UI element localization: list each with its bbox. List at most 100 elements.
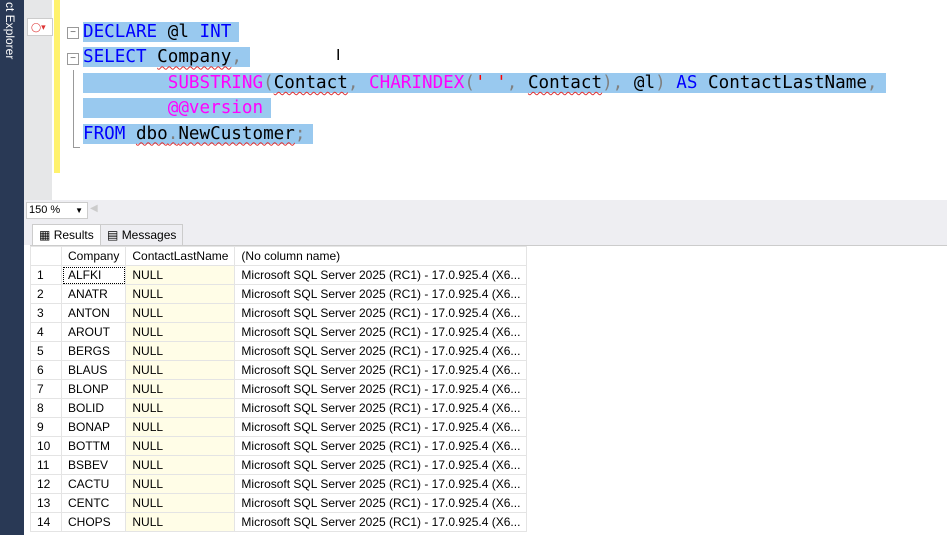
table-row[interactable]: 9 BONAP NULL Microsoft SQL Server 2025 (RC1… (30, 417, 528, 437)
code-token: ' ' (474, 72, 507, 93)
row-number[interactable]: 7 (30, 379, 62, 399)
company-cell[interactable]: ANTON (60, 303, 127, 323)
table-row[interactable]: 10 BOTTM NULL Microsoft SQL Server 2025 (RC… (30, 436, 528, 456)
code-token: , (231, 47, 242, 68)
company-cell[interactable]: BSBEV (60, 455, 127, 475)
contact-last-name-cell[interactable]: NULL (125, 398, 236, 418)
code-token: , (866, 72, 878, 93)
version-cell[interactable]: Microsoft SQL Server 2025 (RC1) - 17.0.9… (234, 512, 528, 532)
table-row[interactable]: 6 BLAUS NULL Microsoft SQL Server 2025 (RC1… (30, 360, 528, 380)
version-cell[interactable]: Microsoft SQL Server 2025 (RC1) - 17.0.9… (234, 455, 528, 475)
contact-last-name-cell[interactable]: NULL (125, 417, 236, 437)
code-token: ( (263, 72, 274, 93)
selection: SELECT Company, (83, 47, 250, 68)
tab-results[interactable]: ▦ Results (32, 224, 101, 246)
collapse-icon[interactable]: − (67, 27, 79, 39)
version-cell[interactable]: Microsoft SQL Server 2025 (RC1) - 17.0.9… (234, 379, 528, 399)
selection: @@version (83, 98, 272, 119)
version-cell[interactable]: Microsoft SQL Server 2025 (RC1) - 17.0.9… (234, 322, 528, 342)
version-cell[interactable]: Microsoft SQL Server 2025 (RC1) - 17.0.9… (234, 265, 528, 285)
row-number[interactable]: 3 (30, 303, 62, 323)
table-row[interactable]: 8 BOLID NULL Microsoft SQL Server 2025 (RC1… (30, 398, 528, 418)
selection: SUBSTRING(Contact, CHARINDEX(' ', Contac… (83, 72, 886, 93)
contact-last-name-cell[interactable]: NULL (125, 474, 236, 494)
company-cell[interactable]: BLAUS (60, 360, 127, 380)
row-number[interactable]: 4 (30, 322, 62, 342)
tab-messages[interactable]: ▤ Messages (100, 224, 184, 246)
company-cell[interactable]: CHOPS (60, 512, 127, 532)
results-tabs: ▦ Results ▤ Messages (24, 220, 947, 246)
version-cell[interactable]: Microsoft SQL Server 2025 (RC1) - 17.0.9… (234, 417, 528, 437)
contact-last-name-cell[interactable]: NULL (125, 436, 236, 456)
contact-last-name-cell[interactable]: NULL (125, 322, 236, 342)
contact-last-name-cell[interactable]: NULL (125, 493, 236, 513)
table-row[interactable]: 7 BLONP NULL Microsoft SQL Server 2025 (RC1… (30, 379, 528, 399)
code-token: , (506, 72, 528, 93)
row-number[interactable]: 2 (30, 284, 62, 304)
contact-last-name-cell[interactable]: NULL (125, 512, 236, 532)
text-cursor-icon: I (336, 47, 341, 64)
version-cell[interactable]: Microsoft SQL Server 2025 (RC1) - 17.0.9… (234, 341, 528, 361)
company-cell[interactable]: BOLID (60, 398, 127, 418)
query-hint-button[interactable]: ◯▾ (27, 18, 53, 36)
company-cell[interactable]: ANATR (60, 284, 127, 304)
contact-last-name-cell[interactable]: NULL (125, 379, 236, 399)
contact-last-name-cell[interactable]: NULL (125, 303, 236, 323)
contact-last-name-cell[interactable]: NULL (125, 455, 236, 475)
contact-last-name-cell[interactable]: NULL (125, 360, 236, 380)
company-cell[interactable]: AROUT (60, 322, 127, 342)
table-row[interactable]: 1 ALFKI NULL Microsoft SQL Server 2025 (RC1… (30, 265, 528, 285)
sql-code[interactable]: DECLARE @l INT SELECT Company, SUBSTRING(… (83, 20, 886, 147)
object-explorer-tab[interactable]: ct Explorer (0, 0, 24, 535)
row-number[interactable]: 14 (30, 512, 62, 532)
code-token: ( (464, 72, 475, 93)
company-cell[interactable]: BOTTM (60, 436, 127, 456)
table-row[interactable]: 4 AROUT NULL Microsoft SQL Server 2025 (RC1… (30, 322, 528, 342)
zoom-bar: 150 % ▼ ◀ (24, 200, 947, 220)
table-row[interactable]: 5 BERGS NULL Microsoft SQL Server 2025 (RC1… (30, 341, 528, 361)
company-cell[interactable]: ALFKI (60, 265, 127, 285)
company-cell[interactable]: BLONP (60, 379, 127, 399)
results-grid[interactable]: Company ContactLastName (No column name) 1 A… (30, 245, 947, 536)
table-row[interactable]: 11 BSBEV NULL Microsoft SQL Server 2025 (RC… (30, 455, 528, 475)
version-cell[interactable]: Microsoft SQL Server 2025 (RC1) - 17.0.9… (234, 284, 528, 304)
table-row[interactable]: 2 ANATR NULL Microsoft SQL Server 2025 (RC1… (30, 284, 528, 304)
version-cell[interactable]: Microsoft SQL Server 2025 (RC1) - 17.0.9… (234, 398, 528, 418)
table-row[interactable]: 12 CACTU NULL Microsoft SQL Server 2025 (RC… (30, 474, 528, 494)
company-cell[interactable]: BONAP (60, 417, 127, 437)
scroll-left-icon[interactable]: ◀ (90, 203, 98, 214)
row-number[interactable]: 1 (30, 265, 62, 285)
column-header[interactable] (30, 246, 62, 266)
company-cell[interactable]: CENTC (60, 493, 127, 513)
version-cell[interactable]: Microsoft SQL Server 2025 (RC1) - 17.0.9… (234, 474, 528, 494)
row-number[interactable]: 10 (30, 436, 62, 456)
contact-last-name-cell[interactable]: NULL (125, 265, 236, 285)
version-cell[interactable]: Microsoft SQL Server 2025 (RC1) - 17.0.9… (234, 493, 528, 513)
collapse-icon[interactable]: − (67, 53, 79, 65)
row-number[interactable]: 5 (30, 341, 62, 361)
object-explorer-label: ct Explorer (3, 2, 17, 60)
zoom-select[interactable]: 150 % ▼ (26, 202, 88, 219)
column-header[interactable]: (No column name) (234, 246, 528, 266)
row-number[interactable]: 12 (30, 474, 62, 494)
company-cell[interactable]: CACTU (60, 474, 127, 494)
column-header[interactable]: Company (60, 246, 127, 266)
contact-last-name-cell[interactable]: NULL (125, 284, 236, 304)
row-number[interactable]: 8 (30, 398, 62, 418)
row-number[interactable]: 6 (30, 360, 62, 380)
version-cell[interactable]: Microsoft SQL Server 2025 (RC1) - 17.0.9… (234, 360, 528, 380)
table-row[interactable]: 13 CENTC NULL Microsoft SQL Server 2025 (RC… (30, 493, 528, 513)
company-cell[interactable]: BERGS (60, 341, 127, 361)
version-cell[interactable]: Microsoft SQL Server 2025 (RC1) - 17.0.9… (234, 436, 528, 456)
version-cell[interactable]: Microsoft SQL Server 2025 (RC1) - 17.0.9… (234, 303, 528, 323)
contact-last-name-cell[interactable]: NULL (125, 341, 236, 361)
table-row[interactable]: 3 ANTON NULL Microsoft SQL Server 2025 (RC1… (30, 303, 528, 323)
row-number[interactable]: 11 (30, 455, 62, 475)
row-number[interactable]: 9 (30, 417, 62, 437)
table-row[interactable]: 14 CHOPS NULL Microsoft SQL Server 2025 (RC… (30, 512, 528, 532)
column-header[interactable]: ContactLastName (125, 246, 236, 266)
row-number[interactable]: 13 (30, 493, 62, 513)
